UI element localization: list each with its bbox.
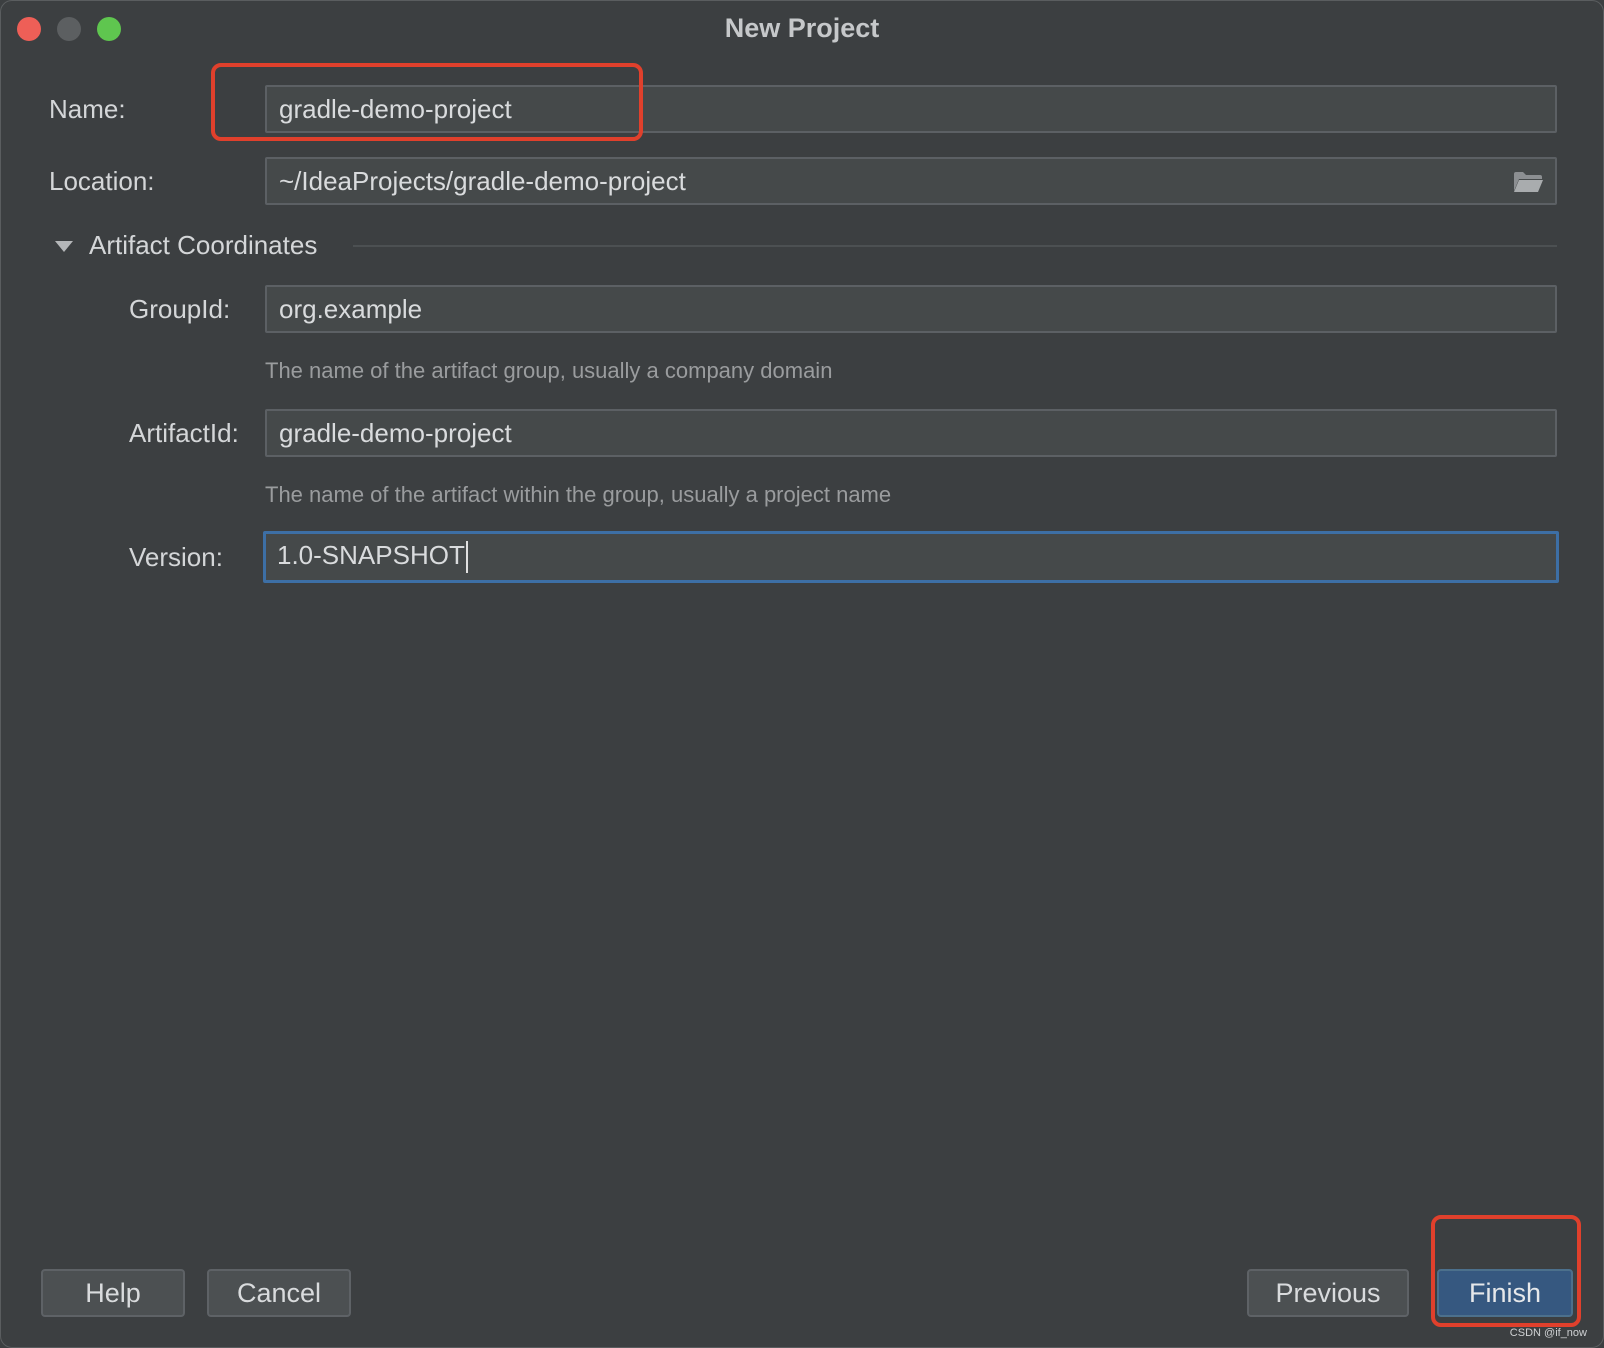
triangle-down-icon[interactable] (55, 241, 73, 252)
name-highlight-box (211, 63, 643, 141)
section-divider (353, 245, 1557, 247)
groupid-hint: The name of the artifact group, usually … (265, 358, 833, 383)
version-input[interactable]: 1.0-SNAPSHOT (263, 531, 1559, 583)
location-label: Location: (49, 166, 155, 196)
artifactid-label: ArtifactId: (129, 418, 239, 448)
window-title: New Project (724, 13, 880, 43)
location-input[interactable]: ~/IdeaProjects/gradle-demo-project (265, 157, 1557, 205)
artifactid-input-value: gradle-demo-project (279, 418, 512, 448)
location-input-value: ~/IdeaProjects/gradle-demo-project (279, 166, 686, 196)
version-input-value: 1.0-SNAPSHOT (277, 540, 465, 570)
groupid-input-value: org.example (279, 294, 423, 324)
text-caret (465, 541, 468, 574)
artifact-coordinates-title[interactable]: Artifact Coordinates (89, 230, 317, 260)
previous-button[interactable]: Previous (1247, 1269, 1409, 1317)
title-bar: New Project (1, 1, 1603, 55)
watermark: CSDN @if_now (1509, 1327, 1587, 1339)
groupid-label: GroupId: (129, 294, 231, 324)
groupid-input[interactable]: org.example (265, 285, 1557, 333)
artifactid-input[interactable]: gradle-demo-project (265, 409, 1557, 457)
cancel-button[interactable]: Cancel (207, 1269, 351, 1317)
finish-highlight-box (1431, 1215, 1581, 1327)
folder-icon[interactable] (1513, 171, 1543, 193)
artifactid-hint: The name of the artifact within the grou… (265, 482, 892, 507)
version-label: Version: (129, 542, 223, 572)
name-label: Name: (49, 94, 126, 124)
new-project-dialog: New Project Name: gradle-demo-project Lo… (0, 0, 1604, 1348)
help-button[interactable]: Help (41, 1269, 185, 1317)
